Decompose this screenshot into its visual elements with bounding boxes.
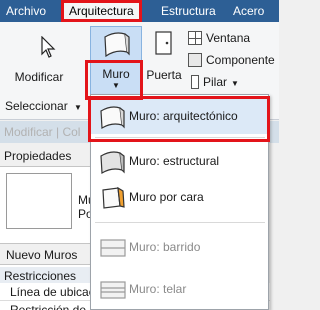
seleccionar-dropdown[interactable]: Seleccionar ▼ <box>0 96 82 116</box>
menu-item-label: Muro: estructural <box>129 154 220 168</box>
wall-sweep-icon <box>100 239 126 257</box>
tab-archivo[interactable]: Archivo <box>6 0 46 22</box>
tab-acero[interactable]: Acero <box>233 0 264 22</box>
menu-item-muro-telar[interactable]: Muro: telar <box>91 271 268 307</box>
modificar-button[interactable]: Modificar <box>8 28 70 88</box>
column-icon <box>191 75 199 89</box>
door-icon <box>155 31 172 55</box>
wall-reveal-icon <box>100 281 126 299</box>
type-selector[interactable]: Nuevo Muros <box>0 243 92 265</box>
ventana-label: Ventana <box>206 31 251 45</box>
ribbon-tab-bar: Archivo Arquitectura Estructura Acero <box>0 0 279 22</box>
menu-item-muro-estructural[interactable]: Muro: estructural <box>91 143 268 179</box>
pilar-label: Pilar <box>203 75 228 89</box>
properties-title: Propiedades <box>0 145 91 167</box>
componente-label: Componente <box>206 53 275 67</box>
cursor-arrow-icon <box>41 36 56 58</box>
tab-arquitectura[interactable]: Arquitectura <box>61 0 142 22</box>
componente-button[interactable]: Componente <box>188 50 275 70</box>
component-icon <box>188 53 202 67</box>
structural-wall-icon <box>100 151 125 175</box>
wall-icon <box>104 32 130 58</box>
muro-label: Muro <box>102 67 130 81</box>
type-preview <box>6 173 72 229</box>
modificar-label: Modificar <box>14 70 64 84</box>
menu-item-muro-barrido[interactable]: Muro: barrido <box>91 229 268 265</box>
menu-separator <box>95 137 265 138</box>
menu-item-muro-por-cara[interactable]: Muro por cara <box>91 179 268 215</box>
menu-item-label: Muro: telar <box>129 282 187 296</box>
wall-by-face-icon <box>102 186 125 209</box>
architectural-wall-icon <box>100 106 125 130</box>
pilar-button[interactable]: Pilar ▼ <box>188 72 239 92</box>
seleccionar-label: Seleccionar <box>5 99 68 113</box>
menu-item-label: Muro por cara <box>129 190 204 204</box>
menu-item-label: Muro: arquitectónico <box>129 109 238 123</box>
chevron-down-icon: ▼ <box>231 79 239 88</box>
puerta-label: Puerta <box>146 68 182 82</box>
window-icon <box>188 31 202 45</box>
ventana-button[interactable]: Ventana <box>188 28 250 48</box>
chevron-down-icon: ▼ <box>112 81 120 90</box>
puerta-button[interactable]: Puerta <box>144 26 184 86</box>
wall-dropdown-menu: Muro: arquitectónico Muro: estructural M… <box>90 94 269 310</box>
tab-estructura[interactable]: Estructura <box>161 0 216 22</box>
menu-item-muro-arquitectonico[interactable]: Muro: arquitectónico <box>91 98 268 134</box>
menu-item-label: Muro: barrido <box>129 240 201 254</box>
chevron-down-icon: ▼ <box>74 103 82 112</box>
menu-separator <box>95 222 265 223</box>
muro-button[interactable]: Muro ▼ <box>90 26 142 96</box>
